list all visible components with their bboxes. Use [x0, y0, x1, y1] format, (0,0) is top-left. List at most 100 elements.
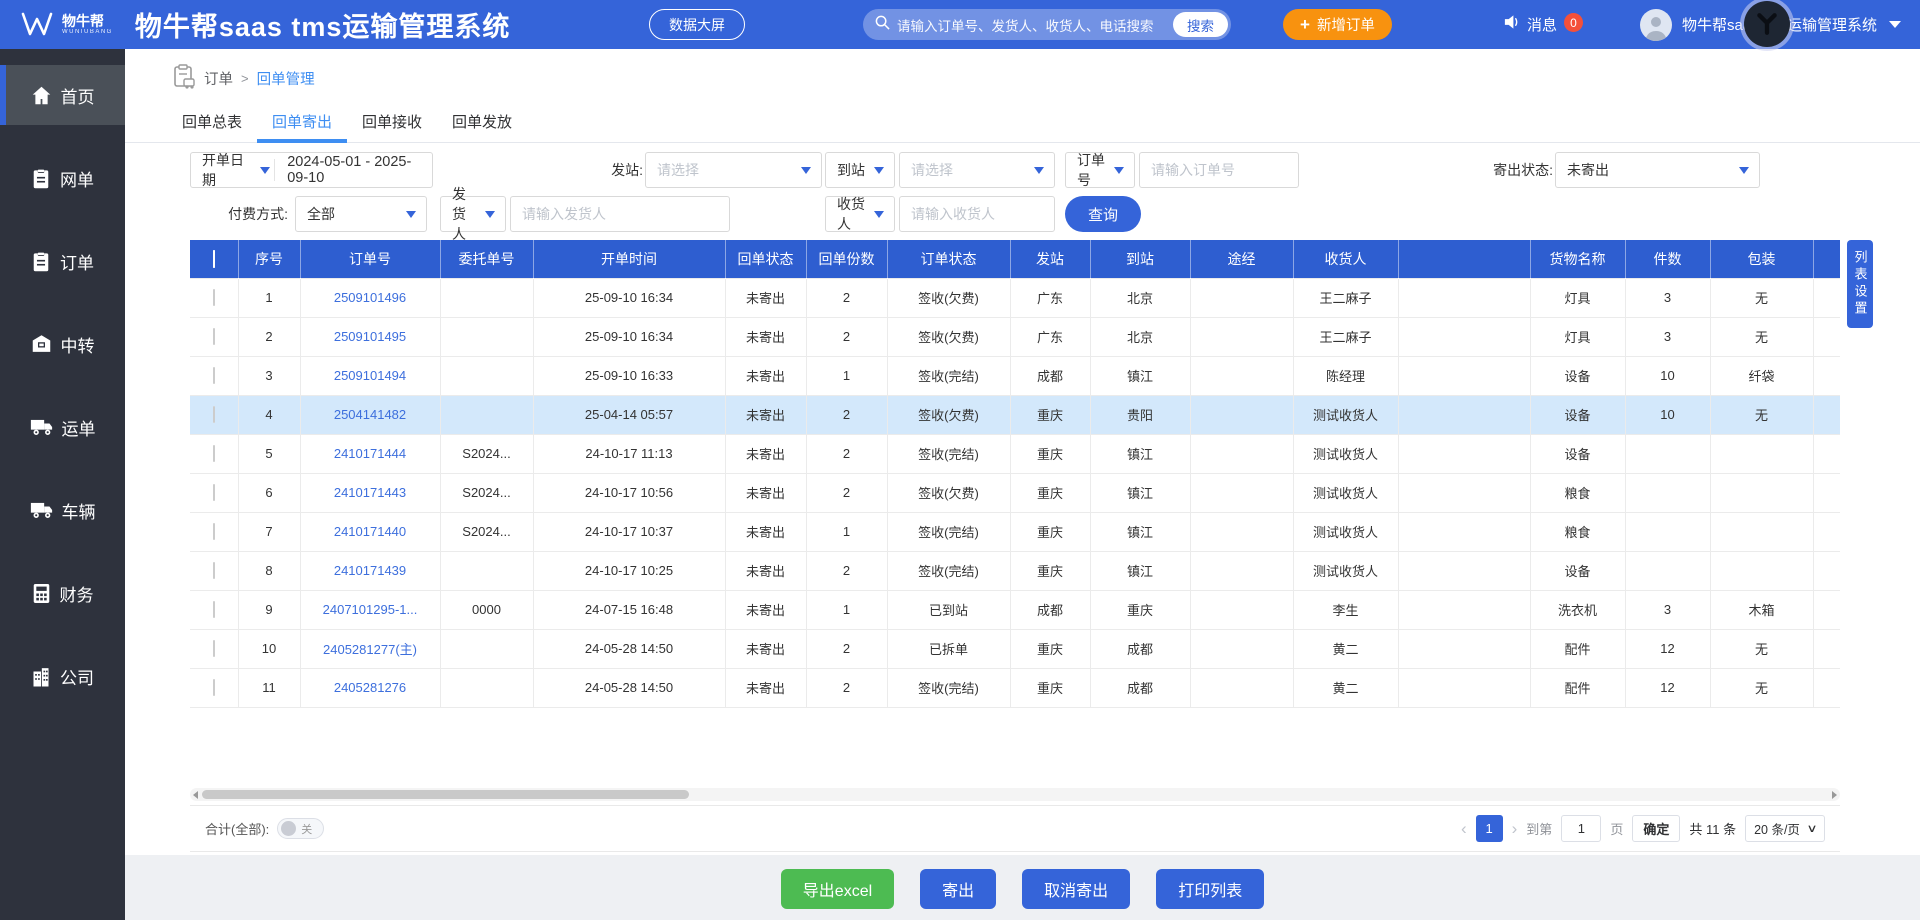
page-size-select[interactable]: 20 条/页 ∨	[1745, 815, 1825, 842]
action-button-寄出[interactable]: 寄出	[920, 869, 996, 909]
global-search[interactable]: 请输入订单号、发货人、收货人、电话搜索 搜索	[863, 9, 1231, 40]
query-button[interactable]: 查询	[1065, 196, 1141, 232]
order-link[interactable]: 2410171444	[334, 446, 406, 461]
table-row[interactable]: 1250910149625-09-10 16:34未寄出2签收(欠费)广东北京王…	[190, 278, 1840, 317]
sidebar-item-公司[interactable]: 公司	[0, 646, 125, 706]
floating-widget[interactable]	[1740, 0, 1794, 51]
table-row[interactable]: 102405281277(主)24-05-28 14:50未寄出2已拆单重庆成都…	[190, 629, 1840, 668]
data-screen-button[interactable]: 数据大屏	[649, 9, 745, 40]
cell-receiver: 王二麻子	[1293, 278, 1398, 317]
cell-consign_no: 0000	[440, 590, 533, 629]
table-row[interactable]: 3250910149425-09-10 16:33未寄出1签收(完结)成都镇江陈…	[190, 356, 1840, 395]
action-button-打印列表[interactable]: 打印列表	[1156, 869, 1264, 909]
table-row[interactable]: 62410171443S2024...24-10-17 10:56未寄出2签收(…	[190, 473, 1840, 512]
tab-回单发放[interactable]: 回单发放	[437, 103, 527, 143]
table-row[interactable]: 4250414148225-04-14 05:57未寄出2签收(欠费)重庆贵阳测…	[190, 395, 1840, 434]
sidebar-item-中转[interactable]: 中转	[0, 314, 125, 374]
order-link[interactable]: 2410171439	[334, 563, 406, 578]
select-all-checkbox[interactable]	[190, 240, 238, 278]
goto-page-input[interactable]	[1561, 815, 1601, 842]
payment-select[interactable]: 全部	[295, 196, 427, 232]
box-icon	[31, 334, 52, 354]
action-button-取消寄出[interactable]: 取消寄出	[1022, 869, 1130, 909]
cell-qty: 10	[1625, 395, 1710, 434]
send-status-select[interactable]: 未寄出	[1555, 152, 1760, 188]
row-checkbox[interactable]	[190, 356, 238, 395]
tab-回单寄出[interactable]: 回单寄出	[257, 103, 347, 143]
table-row[interactable]: 2250910149525-09-10 16:34未寄出2签收(欠费)广东北京王…	[190, 317, 1840, 356]
page-title: 物牛帮saas tms运输管理系统	[135, 5, 511, 44]
order-no-input[interactable]: 请输入订单号	[1139, 152, 1299, 188]
sidebar-item-首页[interactable]: 首页	[0, 65, 125, 125]
action-button-导出excel[interactable]: 导出excel	[781, 869, 894, 909]
row-checkbox[interactable]	[190, 317, 238, 356]
order-link[interactable]: 2410171443	[334, 485, 406, 500]
receiver-field-select[interactable]: 收货人	[825, 196, 895, 232]
row-checkbox[interactable]	[190, 668, 238, 707]
receiver-input[interactable]: 请输入收货人	[899, 196, 1055, 232]
order-no-field-select[interactable]: 订单号	[1065, 152, 1135, 188]
table-row[interactable]: 11240528127624-05-28 14:50未寄出2签收(完结)重庆成都…	[190, 668, 1840, 707]
row-checkbox[interactable]	[190, 590, 238, 629]
add-order-button[interactable]: + 新增订单	[1283, 9, 1392, 40]
horizontal-scrollbar[interactable]	[190, 788, 1840, 801]
sidebar-item-运单[interactable]: 运单	[0, 397, 125, 457]
messages-button[interactable]: 消息 0	[1503, 14, 1583, 35]
cell-via	[1190, 317, 1293, 356]
row-checkbox[interactable]	[190, 473, 238, 512]
to-station-field-select[interactable]: 到站	[825, 152, 895, 188]
confirm-page-button[interactable]: 确定	[1632, 815, 1680, 842]
cell-open_time: 25-09-10 16:33	[533, 356, 725, 395]
cell-open_time: 25-04-14 05:57	[533, 395, 725, 434]
column-header: 包装	[1710, 240, 1813, 278]
order-link[interactable]: 2509101496	[334, 290, 406, 305]
tab-bar: 回单总表回单寄出回单接收回单发放	[167, 103, 1920, 143]
tab-回单总表[interactable]: 回单总表	[167, 103, 257, 143]
row-checkbox[interactable]	[190, 512, 238, 551]
next-page-button[interactable]: ›	[1512, 820, 1518, 837]
breadcrumb: 订单 > 回单管理	[172, 63, 315, 93]
order-link[interactable]: 2410171440	[334, 524, 406, 539]
cell-consign_no	[440, 317, 533, 356]
scrollbar-thumb[interactable]	[202, 790, 689, 799]
sidebar-item-财务[interactable]: 财务	[0, 563, 125, 623]
order-link[interactable]: 2405281277(主)	[323, 642, 417, 657]
order-link[interactable]: 2509101495	[334, 329, 406, 344]
row-checkbox[interactable]	[190, 278, 238, 317]
cell-order_status: 已拆单	[887, 629, 1010, 668]
row-checkbox[interactable]	[190, 434, 238, 473]
shipper-field-select[interactable]: 发货人	[440, 196, 506, 232]
order-link[interactable]: 2504141482	[334, 407, 406, 422]
table-row[interactable]: 8241017143924-10-17 10:25未寄出2签收(完结)重庆镇江测…	[190, 551, 1840, 590]
app-logo[interactable]: 物牛帮 WUNIUBANG	[20, 10, 113, 40]
to-station-select[interactable]: 请选择	[899, 152, 1055, 188]
scroll-right-icon[interactable]	[1832, 791, 1837, 799]
order-link[interactable]: 2509101494	[334, 368, 406, 383]
prev-page-button[interactable]: ‹	[1461, 820, 1467, 837]
scroll-left-icon[interactable]	[193, 791, 198, 799]
open-date-filter[interactable]: 开单日期 2024-05-01 - 2025-09-10	[190, 152, 433, 188]
table-row[interactable]: 52410171444S2024...24-10-17 11:13未寄出2签收(…	[190, 434, 1840, 473]
from-station-select[interactable]: 请选择	[645, 152, 822, 188]
list-settings-tab[interactable]: 列表设置	[1847, 240, 1873, 328]
table-row[interactable]: 72410171440S2024...24-10-17 10:37未寄出1签收(…	[190, 512, 1840, 551]
breadcrumb-section[interactable]: 订单	[204, 68, 233, 89]
tab-回单接收[interactable]: 回单接收	[347, 103, 437, 143]
order-link[interactable]: 2407101295-1...	[323, 602, 418, 617]
sidebar-item-网单[interactable]: 网单	[0, 148, 125, 208]
shipper-input[interactable]: 请输入发货人	[510, 196, 730, 232]
row-checkbox[interactable]	[190, 629, 238, 668]
search-button[interactable]: 搜索	[1173, 12, 1228, 37]
cell-receipt_count: 2	[806, 395, 887, 434]
sidebar-item-订单[interactable]: 订单	[0, 231, 125, 291]
sidebar-item-车辆[interactable]: 车辆	[0, 480, 125, 540]
widget-logo-icon	[1744, 1, 1790, 47]
order-link[interactable]: 2405281276	[334, 680, 406, 695]
cell-weight: 0	[1813, 590, 1840, 629]
table-row[interactable]: 92407101295-1...000024-07-15 16:48未寄出1已到…	[190, 590, 1840, 629]
row-checkbox[interactable]	[190, 551, 238, 590]
page-number-button[interactable]: 1	[1476, 815, 1503, 842]
breadcrumb-separator: >	[241, 71, 249, 86]
totals-toggle[interactable]: 关	[277, 818, 324, 839]
row-checkbox[interactable]	[190, 395, 238, 434]
